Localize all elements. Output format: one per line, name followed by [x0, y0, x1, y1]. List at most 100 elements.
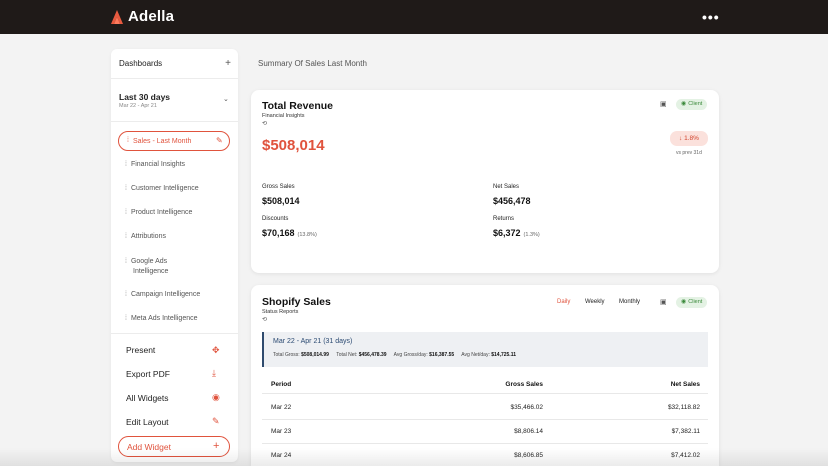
badge-label: Client	[688, 101, 703, 107]
action-label: All Widgets	[126, 393, 169, 403]
delta-badge: ↓ 1.8%	[670, 131, 708, 146]
cell-period: Mar 23	[271, 428, 292, 435]
sidebar-item-label: Financial Insights	[130, 161, 186, 168]
period-stats: Total Gross: $508,014.99 Total Net: $456…	[273, 352, 522, 358]
column-header-net-sales[interactable]: Net Sales	[671, 381, 700, 388]
sidebar-item-label: Product Intelligence	[130, 209, 193, 216]
column-header-gross-sales[interactable]: Gross Sales	[505, 381, 543, 388]
eye-icon: ◉	[212, 392, 220, 402]
shopify-sales-card: Shopify Sales Status Reports ⟲ Daily Wee…	[251, 285, 719, 466]
add-dashboard-icon[interactable]: +	[225, 58, 231, 69]
drag-handle-icon[interactable]: ⁞	[127, 137, 129, 144]
card-subtitle: Status Reports	[262, 309, 299, 315]
cell-net: $7,412.02	[671, 452, 700, 459]
gross-sales-label: Gross Sales	[262, 184, 295, 190]
badge-label: Client	[688, 299, 703, 305]
drag-handle-icon[interactable]: ⁞	[125, 185, 127, 192]
divider	[111, 121, 238, 122]
discounts-value: $70,168	[262, 228, 295, 238]
more-menu-icon[interactable]: •••	[702, 9, 720, 25]
net-sales-value: $456,478	[493, 196, 531, 206]
calendar-icon[interactable]: ▣	[660, 298, 667, 306]
cell-net: $32,118.82	[667, 404, 700, 411]
column-header-period[interactable]: Period	[271, 381, 291, 388]
tab-daily[interactable]: Daily	[557, 299, 570, 305]
app-name: Adella	[128, 8, 175, 25]
card-subtitle: Financial Insights	[262, 113, 305, 119]
table-row: Mar 24 $8,606.85 $7,412.02	[262, 444, 708, 466]
tab-monthly[interactable]: Monthly	[619, 299, 640, 305]
cell-period: Mar 22	[271, 404, 292, 411]
arrow-down-icon: ↓	[679, 135, 683, 142]
dashboards-title: Dashboards	[119, 59, 163, 68]
sidebar-item-label: Intelligence	[133, 268, 169, 275]
card-title: Total Revenue	[262, 100, 333, 112]
total-net-value: $456,478.39	[358, 352, 387, 358]
returns-label: Returns	[493, 216, 515, 222]
returns-pct: (1.3%)	[523, 232, 540, 238]
calendar-icon[interactable]: ▣	[660, 100, 667, 108]
tab-weekly[interactable]: Weekly	[585, 299, 605, 305]
stat-label: Total Net:	[336, 352, 358, 358]
net-sales-label: Net Sales	[493, 184, 520, 190]
drag-handle-icon[interactable]: ⁞	[125, 258, 127, 265]
total-revenue-value: $508,014	[262, 137, 325, 154]
plus-icon: +	[213, 440, 220, 452]
date-range-title: Last 30 days	[119, 92, 171, 102]
sidebar-item-label: Google Ads	[130, 258, 168, 265]
chevron-down-icon: ⌄	[223, 96, 229, 103]
gross-sales-value: $508,014	[262, 196, 300, 206]
sidebar-item-sales-last-month[interactable]: ⁞ Sales - Last Month ✎	[118, 131, 230, 151]
sidebar-item-financial-insights[interactable]: ⁞ Financial Insights	[125, 161, 185, 168]
drag-handle-icon[interactable]: ⁞	[125, 209, 127, 216]
total-revenue-card: Total Revenue Financial Insights ⟲ ▣ ◉ Cl…	[251, 90, 719, 273]
sidebar-item-label: Customer Intelligence	[130, 185, 199, 192]
action-label: Edit Layout	[126, 417, 169, 427]
sidebar-header: Dashboards +	[119, 58, 231, 69]
total-gross-value: $508,014.99	[301, 352, 329, 358]
sidebar-item-attributions[interactable]: ⁞ Attributions	[125, 233, 166, 240]
client-badge[interactable]: ◉ Client	[676, 99, 708, 110]
divider	[262, 393, 708, 394]
sidebar-item-campaign-intelligence[interactable]: ⁞ Campaign Intelligence	[125, 291, 200, 298]
delta-value: 1.8%	[684, 135, 699, 142]
stat-label: Avg Gross/day:	[393, 352, 428, 358]
sidebar-item-meta-ads-intelligence[interactable]: ⁞ Meta Ads Intelligence	[125, 315, 198, 322]
sidebar-item-label: Attributions	[130, 233, 166, 240]
card-title: Shopify Sales	[262, 296, 331, 308]
returns-value: $6,372	[493, 228, 521, 238]
sidebar-item-customer-intelligence[interactable]: ⁞ Customer Intelligence	[125, 185, 199, 192]
eye-icon: ◉	[681, 101, 687, 107]
stat-label: Avg Net/day:	[461, 352, 490, 358]
eye-icon: ◉	[681, 299, 687, 305]
divider	[111, 333, 238, 334]
sidebar-item-label: Campaign Intelligence	[130, 291, 201, 298]
action-label: Present	[126, 345, 156, 355]
top-bar: Adella •••	[0, 0, 828, 34]
period-title: Mar 22 - Apr 21 (31 days)	[273, 338, 353, 345]
drag-handle-icon[interactable]: ⁞	[125, 291, 127, 298]
sidebar-item-google-ads-intelligence[interactable]: ⁞ Google Ads Intelligence	[125, 257, 168, 277]
present-icon: ✥	[212, 345, 220, 355]
add-widget-button[interactable]: Add Widget +	[118, 436, 230, 457]
divider	[111, 78, 238, 79]
sidebar: Dashboards + Last 30 days Mar 22 - Apr 2…	[111, 49, 238, 462]
cell-gross: $8,606.85	[514, 452, 543, 459]
refresh-icon[interactable]: ⟲	[262, 120, 267, 127]
download-icon: ⤓	[212, 368, 216, 378]
app-logo[interactable]: Adella	[110, 8, 174, 25]
discounts-label: Discounts	[262, 216, 289, 222]
drag-handle-icon[interactable]: ⁞	[125, 315, 127, 322]
cell-net: $7,382.11	[671, 428, 700, 435]
sidebar-item-label: Meta Ads Intelligence	[130, 315, 198, 322]
pencil-icon[interactable]: ✎	[216, 136, 223, 145]
sidebar-item-product-intelligence[interactable]: ⁞ Product Intelligence	[125, 209, 192, 216]
cell-gross: $35,466.02	[510, 404, 543, 411]
edit-layout-icon: ✎	[212, 416, 220, 426]
client-badge[interactable]: ◉ Client	[676, 297, 708, 308]
refresh-icon[interactable]: ⟲	[262, 316, 267, 323]
drag-handle-icon[interactable]: ⁞	[125, 161, 127, 168]
drag-handle-icon[interactable]: ⁞	[125, 233, 127, 240]
discounts-value-row: $70,168 (13.8%)	[262, 228, 317, 238]
table-row: Mar 23 $8,806.14 $7,382.11	[262, 420, 708, 444]
